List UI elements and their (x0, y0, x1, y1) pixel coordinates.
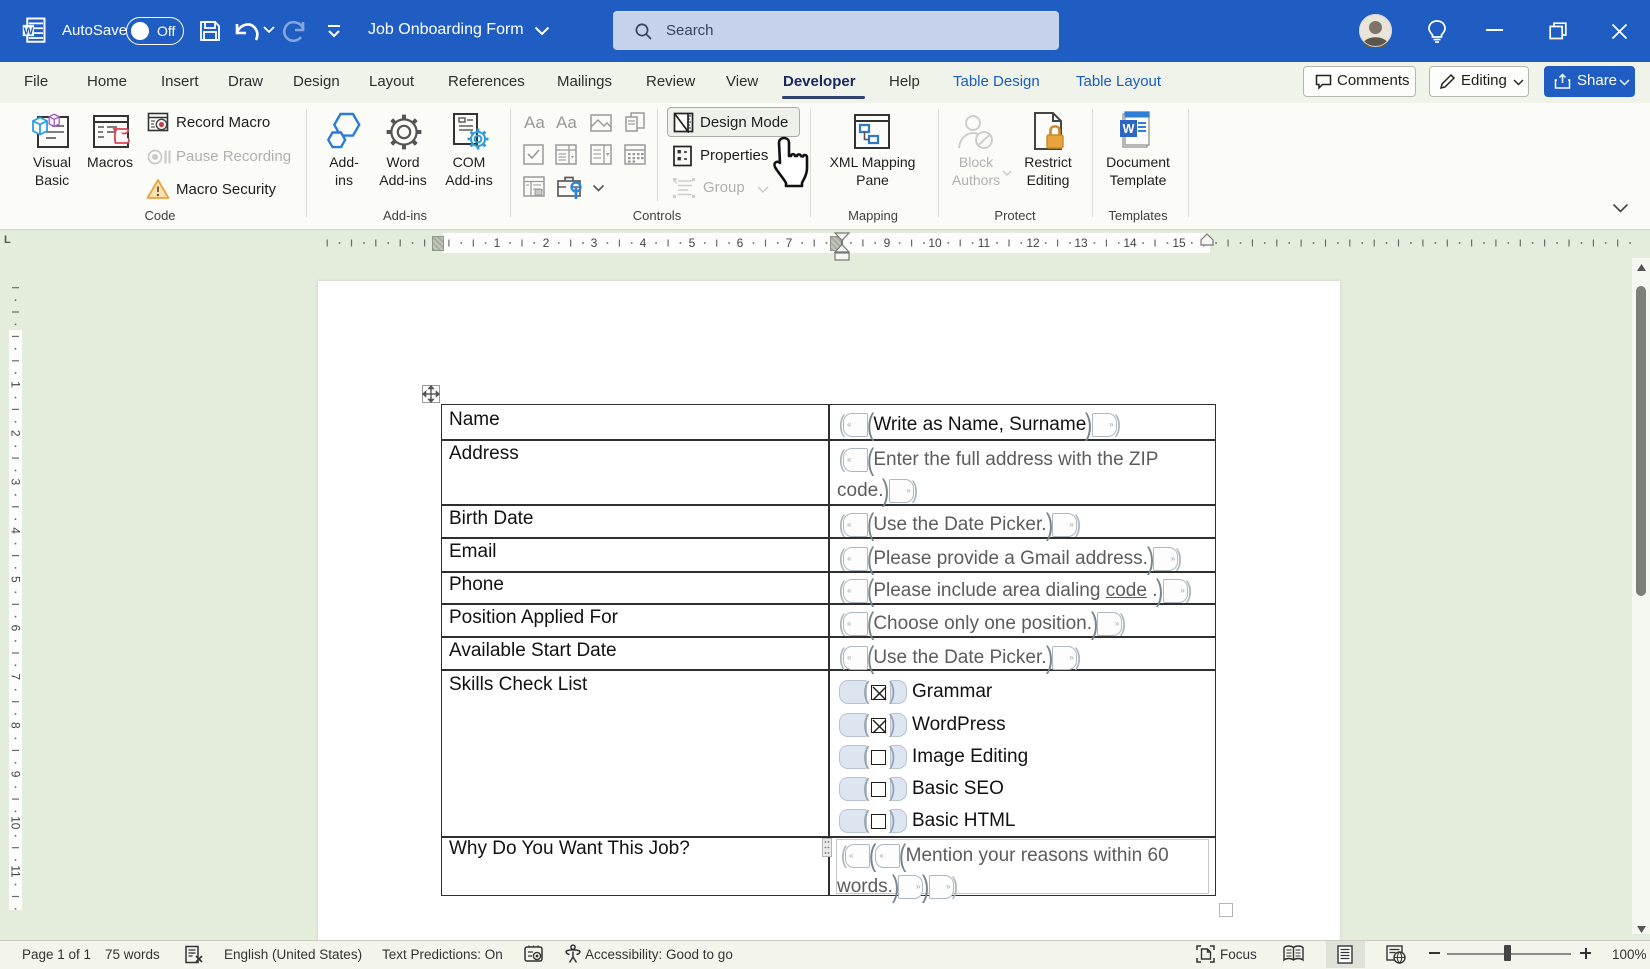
svg-text:6: 6 (9, 625, 23, 632)
svg-text:10: 10 (9, 816, 23, 830)
svg-text:3: 3 (9, 479, 23, 486)
svg-text:7: 7 (9, 673, 23, 680)
svg-text:W: W (23, 25, 33, 37)
svg-text:2: 2 (9, 430, 23, 437)
svg-text:1: 1 (9, 381, 23, 388)
svg-text:5: 5 (9, 576, 23, 583)
svg-text:8: 8 (9, 722, 23, 729)
svg-text:W: W (1123, 122, 1135, 136)
svg-text:4: 4 (9, 527, 23, 534)
svg-text:9: 9 (9, 771, 23, 778)
svg-text:11: 11 (9, 865, 23, 878)
